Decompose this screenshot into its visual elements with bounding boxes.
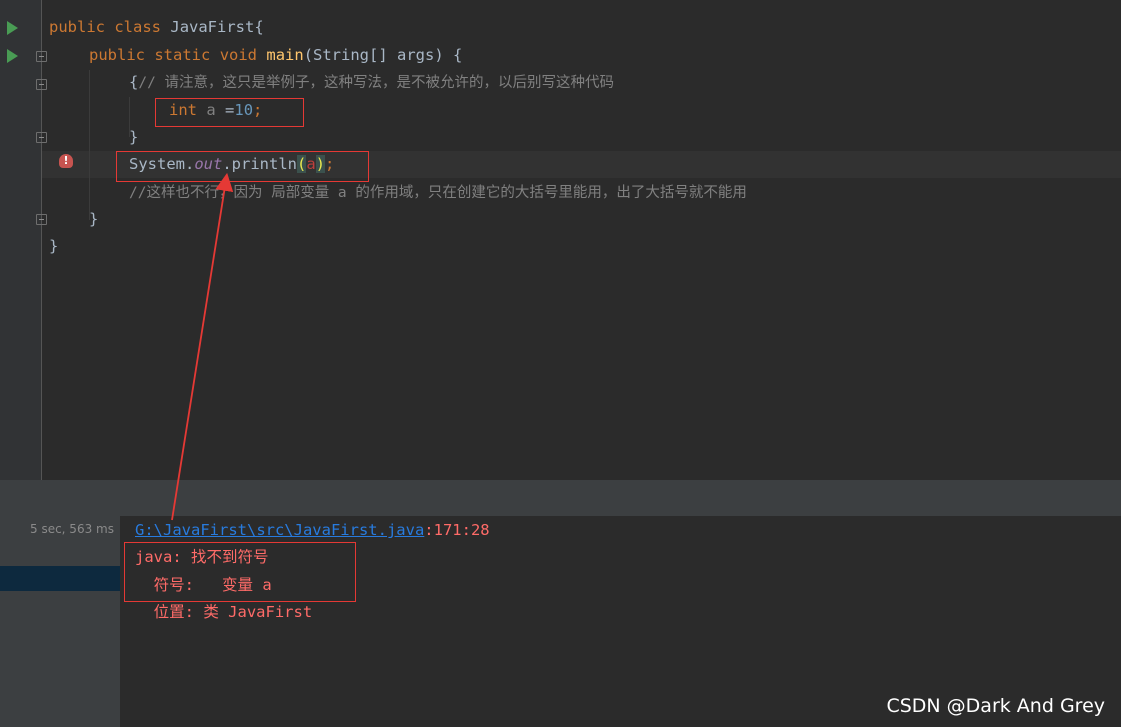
- arrow-line: [171, 172, 234, 521]
- watermark: CSDN @Dark And Grey: [886, 695, 1105, 717]
- annotation-arrow: [171, 172, 234, 521]
